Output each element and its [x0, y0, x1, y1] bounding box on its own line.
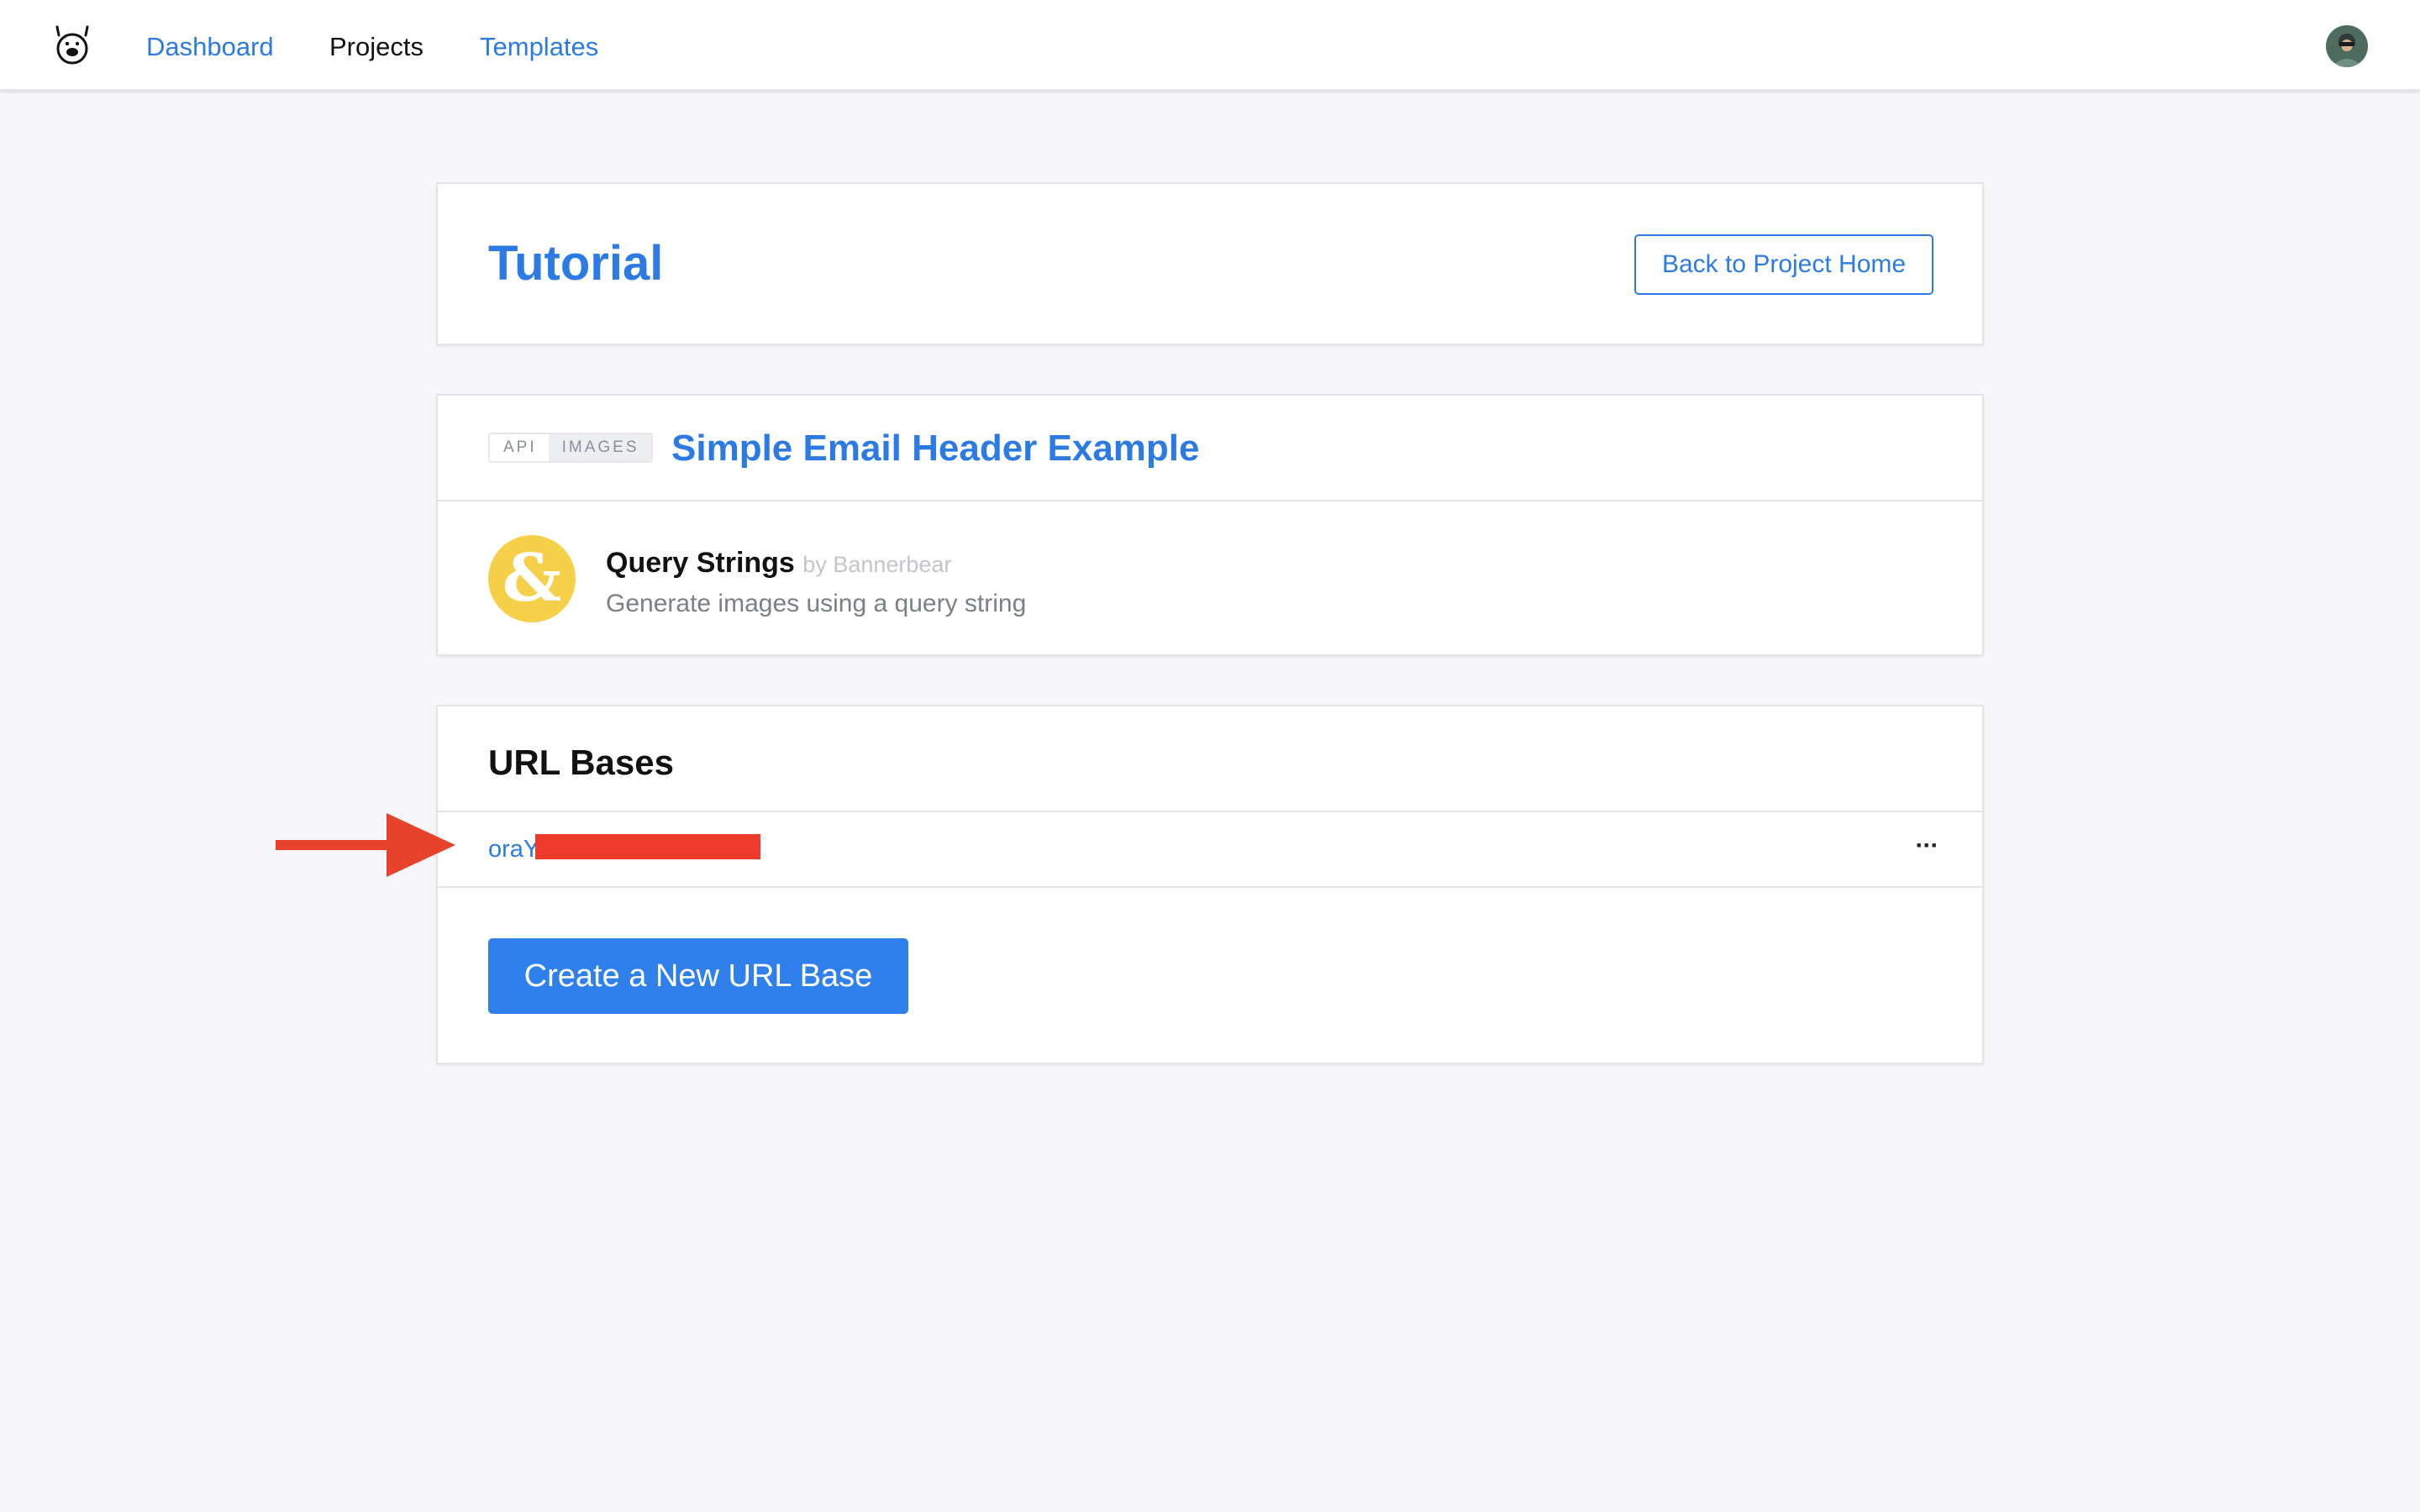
create-url-base-button[interactable]: Create a New URL Base	[488, 938, 908, 1014]
project-header-card: Tutorial Back to Project Home	[436, 182, 1984, 345]
ampersand-icon: &	[488, 535, 576, 622]
nav-projects[interactable]: Projects	[329, 30, 424, 64]
template-tags: API IMAGES	[488, 433, 653, 463]
divider	[438, 500, 1982, 501]
redaction-bar	[535, 834, 760, 859]
nav-dashboard[interactable]: Dashboard	[146, 30, 274, 64]
url-bases-card: URL Bases oraY ··· Create a New URL Base	[436, 705, 1984, 1064]
top-nav: Dashboard Projects Templates	[0, 0, 2420, 91]
page-title: Tutorial	[488, 236, 664, 291]
url-bases-title: URL Bases	[488, 743, 674, 782]
tag-images: IMAGES	[548, 434, 651, 461]
nav-templates[interactable]: Templates	[480, 30, 598, 64]
integration-heading: Query Strings by Bannerbear	[606, 545, 951, 582]
user-avatar-icon[interactable]	[2326, 25, 2368, 67]
url-base-link[interactable]: oraY	[488, 834, 539, 864]
integration-name: Query Strings	[606, 547, 795, 579]
more-horizontal-icon[interactable]: ···	[1910, 829, 1944, 866]
integration-author: by Bannerbear	[802, 552, 952, 577]
integration-description: Generate images using a query string	[606, 590, 1027, 617]
divider	[438, 886, 1982, 888]
url-base-row: oraY ···	[438, 812, 1982, 886]
tag-api: API	[490, 434, 549, 461]
bear-logo-icon[interactable]	[52, 24, 92, 69]
back-to-project-home-button[interactable]: Back to Project Home	[1634, 234, 1933, 295]
red-arrow-icon	[276, 813, 455, 877]
template-title-link[interactable]: Simple Email Header Example	[671, 426, 1200, 471]
template-card: API IMAGES Simple Email Header Example &…	[436, 394, 1984, 656]
